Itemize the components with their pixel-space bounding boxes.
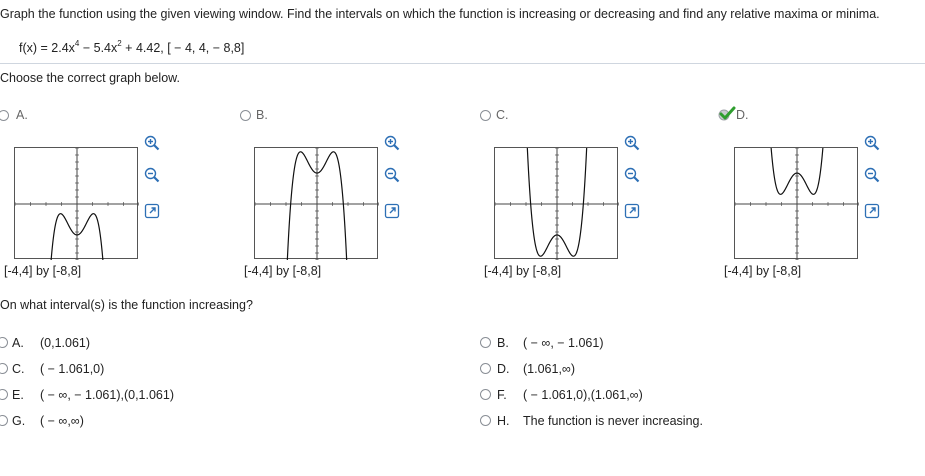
answer-letter: A.: [12, 336, 24, 350]
zoom-in-icon[interactable]: [384, 135, 400, 151]
enlarge-icon[interactable]: [624, 203, 640, 219]
graph-curve: [495, 148, 619, 260]
graph-thumbnail[interactable]: [734, 147, 859, 260]
graph-option-letter: C.: [496, 108, 509, 122]
enlarge-icon[interactable]: [144, 203, 160, 219]
answer-letter: D.: [497, 362, 510, 376]
answer-text[interactable]: ( − ∞, − 1.061),(0,1.061): [40, 388, 174, 402]
answer-radio-e[interactable]: [0, 389, 8, 400]
divider: [0, 63, 925, 64]
graph-thumbnail[interactable]: [494, 147, 619, 260]
zoom-in-icon[interactable]: [864, 135, 880, 151]
answer-text[interactable]: (0,1.061): [40, 336, 90, 350]
zoom-out-icon[interactable]: [864, 167, 880, 183]
zoom-out-icon[interactable]: [144, 167, 160, 183]
function-part: − 5.4x: [79, 41, 118, 55]
function-expression: f(x) = 2.4x4 − 5.4x2 + 4.42, [ − 4, 4, −…: [19, 40, 245, 56]
answer-radio-g[interactable]: [0, 415, 8, 426]
answer-letter: F.: [497, 388, 507, 402]
question-text: On what interval(s) is the function incr…: [0, 298, 253, 312]
answer-radio-d[interactable]: [480, 363, 491, 374]
answer-radio-c[interactable]: [0, 363, 8, 374]
enlarge-icon[interactable]: [384, 203, 400, 219]
answer-radio-h[interactable]: [480, 415, 491, 426]
choose-prompt: Choose the correct graph below.: [0, 71, 180, 85]
answer-text[interactable]: ( − 1.061,0),(1.061,∞): [523, 388, 643, 402]
graph-curve: [15, 148, 139, 260]
function-part: f(x) = 2.4x: [19, 41, 75, 55]
answer-letter: H.: [497, 414, 510, 428]
graph-option-letter: D.: [736, 108, 749, 122]
graph-option-radio-2[interactable]: [480, 110, 491, 121]
zoom-out-icon[interactable]: [624, 167, 640, 183]
answer-radio-f[interactable]: [480, 389, 491, 400]
graph-option-letter: B.: [256, 108, 268, 122]
answer-text[interactable]: The function is never increasing.: [523, 414, 703, 428]
answer-text[interactable]: ( − ∞,∞): [40, 414, 84, 428]
answer-radio-b[interactable]: [480, 337, 491, 348]
answer-text[interactable]: ( − ∞, − 1.061): [523, 336, 603, 350]
graph-option-radio-0[interactable]: [0, 110, 9, 121]
answer-letter: B.: [497, 336, 509, 350]
answer-text[interactable]: ( − 1.061,0): [40, 362, 104, 376]
answer-letter: C.: [12, 362, 25, 376]
checkmark-icon: [718, 106, 736, 121]
graph-option-letter: A.: [16, 108, 28, 122]
instruction-text: Graph the function using the given viewi…: [0, 7, 880, 21]
function-part: + 4.42, [ − 4, 4, − 8,8]: [121, 41, 245, 55]
zoom-in-icon[interactable]: [144, 135, 160, 151]
graph-window-label: [-4,4] by [-8,8]: [4, 264, 82, 278]
graph-window-label: [-4,4] by [-8,8]: [724, 264, 802, 278]
graph-thumbnail[interactable]: [254, 147, 379, 260]
zoom-out-icon[interactable]: [384, 167, 400, 183]
graph-option-radio-1[interactable]: [240, 110, 251, 121]
answer-letter: G.: [12, 414, 26, 428]
answer-text[interactable]: (1.061,∞): [523, 362, 575, 376]
answer-radio-a[interactable]: [0, 337, 8, 348]
answer-letter: E.: [12, 388, 24, 402]
enlarge-icon[interactable]: [864, 203, 880, 219]
graph-curve: [255, 148, 379, 260]
graph-window-label: [-4,4] by [-8,8]: [244, 264, 322, 278]
graph-curve: [735, 148, 859, 260]
graph-thumbnail[interactable]: [14, 147, 139, 260]
zoom-in-icon[interactable]: [624, 135, 640, 151]
graph-window-label: [-4,4] by [-8,8]: [484, 264, 562, 278]
